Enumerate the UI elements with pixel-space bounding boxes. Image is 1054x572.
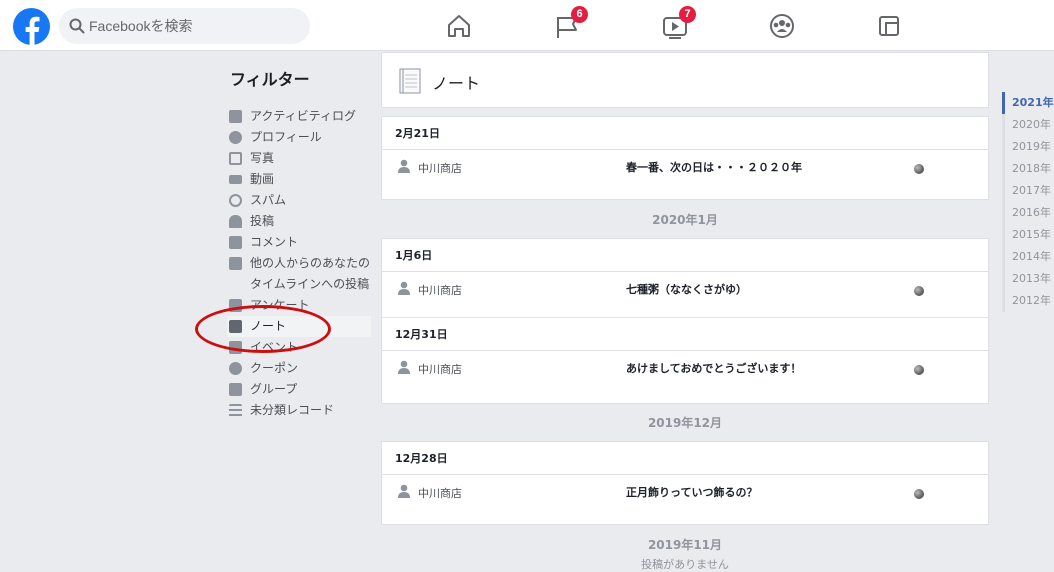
gaming-icon bbox=[879, 16, 899, 36]
pages-notification-badge: 6 bbox=[571, 6, 588, 23]
search-icon bbox=[69, 18, 85, 34]
privacy-globe-icon[interactable] bbox=[914, 365, 924, 375]
home-icon bbox=[448, 15, 470, 37]
home-tab[interactable] bbox=[439, 6, 479, 46]
filter-item-groups[interactable]: グループ bbox=[229, 379, 371, 400]
filter-item-photos[interactable]: 写真 bbox=[229, 148, 371, 169]
activity-section: 2月21日 中川商店 春一番、次の日は・・・２０２０年 bbox=[381, 116, 989, 200]
entry-author[interactable]: 中川商店 bbox=[418, 282, 462, 298]
year-link-2019[interactable]: 2019年 bbox=[1005, 136, 1054, 158]
filter-item-label: 写真 bbox=[250, 151, 275, 165]
filter-item-label: 投稿 bbox=[250, 214, 275, 228]
person-icon bbox=[229, 215, 242, 228]
year-link-2014[interactable]: 2014年 bbox=[1005, 246, 1054, 268]
no-posts-text: 投稿がありません bbox=[641, 558, 729, 571]
year-link-2021[interactable]: 2021年 bbox=[1002, 92, 1054, 114]
pages-tab[interactable]: 6 bbox=[547, 6, 588, 46]
year-link-2017[interactable]: 2017年 bbox=[1005, 180, 1054, 202]
watch-tab[interactable]: 7 bbox=[655, 6, 696, 46]
group-icon bbox=[229, 383, 242, 396]
filter-item-coupons[interactable]: クーポン bbox=[229, 358, 371, 379]
highlight-circle-annotation bbox=[195, 305, 331, 353]
day-header: 1月6日 bbox=[382, 239, 988, 272]
entry-title-link[interactable]: 春一番、次の日は・・・２０２０年 bbox=[626, 159, 802, 175]
filter-item-label-line1: 他の人からのあなたの bbox=[250, 256, 371, 270]
month-header: 2019年12月 bbox=[647, 416, 723, 430]
person-icon bbox=[398, 484, 410, 498]
entry-title-link[interactable]: 正月飾りっていつ飾るの？ bbox=[626, 484, 757, 500]
day-header: 12月31日 bbox=[382, 318, 988, 351]
gear-icon bbox=[229, 362, 242, 375]
facebook-logo-icon[interactable] bbox=[13, 8, 50, 45]
filter-item-label: スパム bbox=[250, 193, 287, 207]
filter-item-label: プロフィール bbox=[250, 130, 322, 144]
filter-heading: フィルター bbox=[230, 70, 310, 89]
activity-section: 12月28日 中川商店 正月飾りっていつ飾るの？ bbox=[381, 441, 989, 525]
gaming-tab[interactable] bbox=[869, 6, 909, 46]
info-icon bbox=[229, 131, 242, 144]
groups-icon bbox=[770, 14, 794, 38]
entry-title-link[interactable]: 七種粥（ななくさがゆ） bbox=[626, 281, 747, 297]
person-icon bbox=[398, 159, 410, 173]
filter-item-comments[interactable]: コメント bbox=[229, 232, 371, 253]
privacy-globe-icon[interactable] bbox=[914, 489, 924, 499]
day-header: 12月28日 bbox=[382, 442, 988, 475]
month-header: 2020年1月 bbox=[652, 213, 718, 227]
filter-item-label: グループ bbox=[250, 382, 298, 396]
filter-item-timeline-posts-by-others[interactable]: 他の人からのあなたの タイムラインへの投稿 bbox=[229, 253, 371, 295]
year-link-2012[interactable]: 2012年 bbox=[1005, 290, 1054, 312]
person-icon bbox=[398, 281, 410, 295]
privacy-globe-icon[interactable] bbox=[914, 286, 924, 296]
photos-icon bbox=[229, 152, 242, 165]
year-link-2013[interactable]: 2013年 bbox=[1005, 268, 1054, 290]
list-icon bbox=[229, 404, 242, 417]
person-icon bbox=[398, 360, 410, 374]
entry-author[interactable]: 中川商店 bbox=[418, 160, 462, 176]
filter-item-profile[interactable]: プロフィール bbox=[229, 127, 371, 148]
groups-tab[interactable] bbox=[762, 6, 802, 46]
speech-icon bbox=[229, 257, 242, 270]
filter-list: アクティビティログ プロフィール 写真 動画 スパム 投稿 コメント 他の人から… bbox=[227, 106, 371, 421]
filter-item-spam[interactable]: スパム bbox=[229, 190, 371, 211]
year-link-2015[interactable]: 2015年 bbox=[1005, 224, 1054, 246]
activity-entry: 中川商店 春一番、次の日は・・・２０２０年 bbox=[382, 150, 988, 196]
ban-icon bbox=[229, 194, 242, 207]
year-navigation: 2021年 2020年 2019年 2018年 2017年 2016年 2015… bbox=[1002, 92, 1054, 312]
filter-item-label-line2: タイムラインへの投稿 bbox=[250, 277, 370, 291]
day-header: 2月21日 bbox=[382, 117, 988, 150]
filter-item-posts[interactable]: 投稿 bbox=[229, 211, 371, 232]
entry-author[interactable]: 中川商店 bbox=[418, 485, 462, 501]
filter-item-activity-log[interactable]: アクティビティログ bbox=[229, 106, 371, 127]
top-navigation-bar: 6 7 bbox=[0, 0, 1054, 51]
activity-entry: 中川商店 正月飾りっていつ飾るの？ bbox=[382, 475, 988, 521]
filter-item-uncategorized[interactable]: 未分類レコード bbox=[229, 400, 371, 421]
search-bar[interactable] bbox=[59, 8, 310, 44]
watch-notification-badge: 7 bbox=[679, 6, 696, 23]
notebook-icon bbox=[399, 68, 421, 94]
activity-entry: 中川商店 あけましておめでとうございます！ bbox=[382, 351, 988, 397]
activity-entry: 中川商店 七種粥（ななくさがゆ） bbox=[382, 272, 988, 318]
year-link-2018[interactable]: 2018年 bbox=[1005, 158, 1054, 180]
filter-item-label: 未分類レコード bbox=[250, 403, 335, 417]
year-link-2020[interactable]: 2020年 bbox=[1005, 114, 1054, 136]
page-title: ノート bbox=[432, 74, 481, 93]
entry-author[interactable]: 中川商店 bbox=[418, 361, 462, 377]
activity-section: 1月6日 中川商店 七種粥（ななくさがゆ） 12月31日 中川商店 あけましてお… bbox=[381, 238, 989, 404]
month-header: 2019年11月 bbox=[647, 538, 723, 552]
facebook-square-icon bbox=[229, 110, 242, 123]
filter-item-label: クーポン bbox=[250, 361, 299, 375]
filter-item-label: 動画 bbox=[250, 172, 275, 186]
search-input[interactable] bbox=[89, 8, 299, 44]
entry-title-link[interactable]: あけましておめでとうございます！ bbox=[626, 360, 801, 376]
year-link-2016[interactable]: 2016年 bbox=[1005, 202, 1054, 224]
notes-header: ノート bbox=[381, 52, 989, 108]
filter-item-label: コメント bbox=[250, 235, 299, 249]
video-camera-icon bbox=[229, 175, 242, 184]
privacy-globe-icon[interactable] bbox=[914, 164, 924, 174]
comment-icon bbox=[229, 236, 242, 249]
filter-item-videos[interactable]: 動画 bbox=[229, 169, 371, 190]
filter-item-label: アクティビティログ bbox=[250, 109, 356, 123]
